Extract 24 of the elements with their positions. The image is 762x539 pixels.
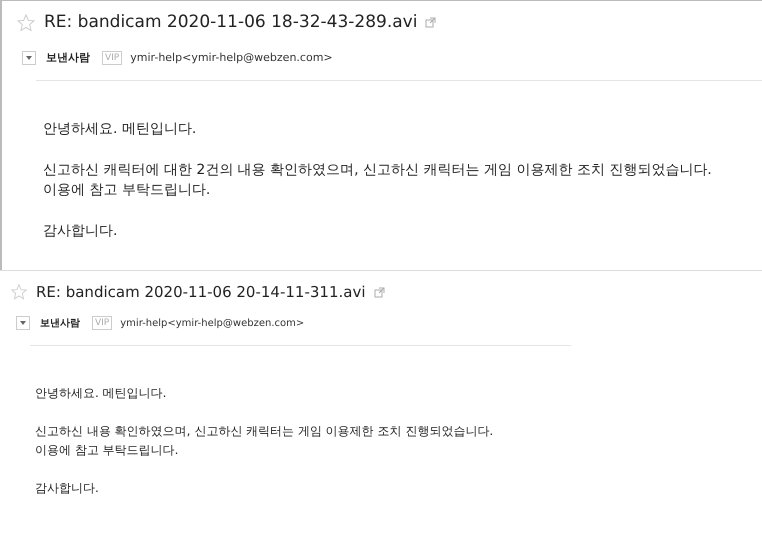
external-link-icon[interactable] [374,286,385,298]
sender-address: ymir-help<ymir-help@webzen.com> [120,316,304,330]
body-text: 이용에 참고 부탁드립니다. [35,442,178,458]
body-text: 감사합니다. [43,222,118,241]
body-text: 감사합니다. [35,480,99,496]
sender-label: 보낸사람 [46,50,90,66]
body-text: 안녕하세요. 메틴입니다. [35,384,166,402]
sender-address: ymir-help<ymir-help@webzen.com> [130,50,333,66]
body-text: 신고하신 캐릭터에 대한 2건의 내용 확인하였으며, 신고하신 캐릭터는 게임 이용제한 조치 진행되었습니다. [43,161,712,180]
body-text: 이용에 참고 부탁드립니다. [43,181,210,200]
sender-label: 보낸사람 [40,316,80,330]
email-subject: RE: bandicam 2020-11-06 18-32-43-289.avi [44,11,418,34]
external-link-icon[interactable] [425,17,436,28]
star-icon[interactable] [10,283,28,302]
vip-badge: VIP [92,316,112,330]
caret-icon [20,321,26,325]
star-icon[interactable] [16,12,36,33]
body-text: 신고하신 내용 확인하였으며, 신고하신 캐릭터는 게임 이용제한 조치 진행되었습니다. [35,422,494,440]
caret-icon [26,56,32,60]
email-subject: RE: bandicam 2020-11-06 20-14-11-311.avi [36,282,366,303]
dropdown-button[interactable] [16,316,30,330]
body-text: 안녕하세요. 메틴입니다. [43,120,196,139]
vip-badge: VIP [102,50,122,65]
dropdown-button[interactable] [22,50,36,65]
